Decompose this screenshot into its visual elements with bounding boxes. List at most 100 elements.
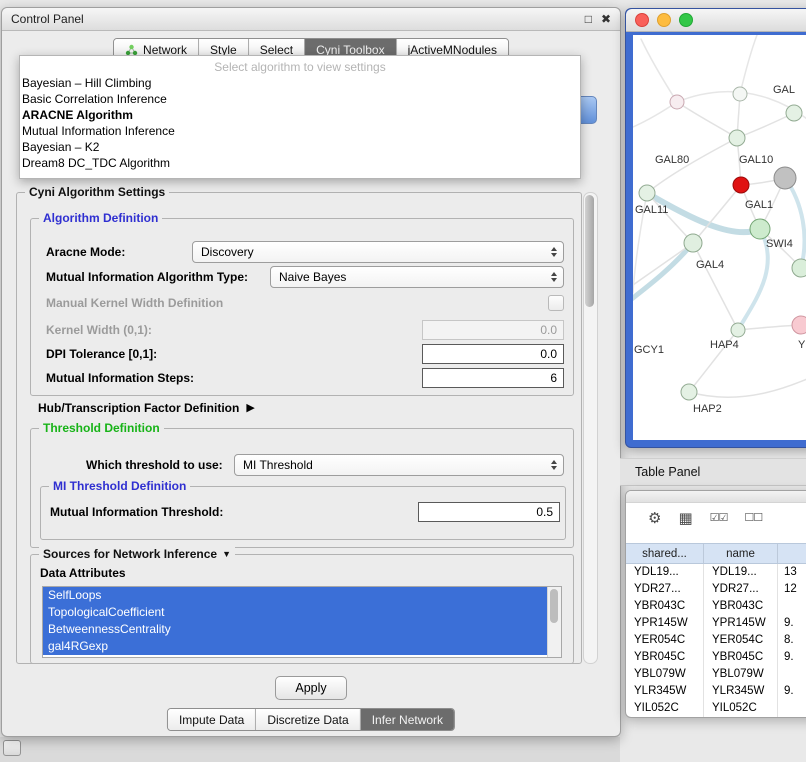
table-row[interactable]: YDL19...YDL19...13 — [626, 564, 806, 581]
tab-discretize-data[interactable]: Discretize Data — [255, 709, 359, 730]
mi-threshold-field[interactable]: 0.5 — [418, 502, 560, 522]
network-node[interactable] — [670, 95, 684, 109]
network-node[interactable] — [774, 167, 796, 189]
tab-impute-data[interactable]: Impute Data — [168, 709, 255, 730]
show-columns-icon[interactable]: ▦ — [678, 511, 692, 526]
float-window-icon[interactable]: □ — [585, 13, 592, 25]
network-node[interactable] — [792, 259, 806, 277]
settings-scrollbar-thumb[interactable] — [585, 195, 594, 307]
combo-arrows-icon — [551, 272, 557, 282]
minimize-traffic-light[interactable] — [657, 13, 671, 27]
combo-arrows-icon — [551, 460, 557, 470]
table-row[interactable]: YDR27...YDR27...12 — [626, 581, 806, 598]
table-cell: 9. — [778, 683, 806, 700]
network-node[interactable] — [681, 384, 697, 400]
table-panel-title: Table Panel — [635, 465, 700, 479]
close-window-icon[interactable]: ✖ — [601, 13, 611, 25]
mi-steps-label: Mutual Information Steps: — [46, 368, 194, 388]
table-cell: YPR145W — [626, 615, 704, 632]
table-row[interactable]: YBR043CYBR043C — [626, 598, 806, 615]
apply-button[interactable]: Apply — [275, 676, 347, 700]
table-row[interactable]: YPR145WYPR145W9. — [626, 615, 806, 632]
zoom-traffic-light[interactable] — [679, 13, 693, 27]
bottom-strip — [0, 737, 620, 762]
select-all-rows-icon[interactable]: ☑☑ — [710, 513, 728, 524]
network-node[interactable] — [731, 323, 745, 337]
deselect-all-rows-icon[interactable]: ☐☐ — [744, 513, 762, 524]
network-node-label: GAL1 — [745, 199, 773, 211]
mi-type-select[interactable]: Naive Bayes — [270, 266, 564, 288]
column-header-shared-name[interactable]: shared... — [626, 544, 704, 563]
sources-toggle[interactable]: Sources for Network Inference ▼ — [39, 547, 235, 561]
tab-infer-network[interactable]: Infer Network — [360, 709, 454, 730]
network-node[interactable] — [733, 177, 749, 193]
network-node[interactable] — [733, 87, 747, 101]
network-node[interactable] — [792, 316, 806, 334]
attribute-item-selected[interactable]: SelfLoops — [43, 587, 547, 604]
attributes-scrollbar[interactable] — [547, 587, 561, 657]
algorithm-option-selected[interactable]: ARACNE Algorithm — [20, 107, 580, 123]
column-header-name[interactable]: name — [704, 544, 778, 563]
collapsed-panel-icon[interactable] — [3, 740, 21, 756]
dpi-tolerance-label: DPI Tolerance [0,1]: — [46, 344, 157, 364]
table-cell: 13 — [778, 564, 806, 581]
network-node[interactable] — [729, 130, 745, 146]
attribute-item-selected[interactable]: BetweennessCentrality — [43, 621, 547, 638]
network-edge — [677, 102, 737, 138]
algorithm-option[interactable]: Basic Correlation Inference — [20, 91, 580, 107]
data-attributes-list: SelfLoops TopologicalCoefficient Between… — [42, 586, 562, 658]
control-panel-window: Control Panel □ ✖ Network Style — [1, 7, 621, 737]
mi-steps-field[interactable]: 6 — [422, 368, 564, 388]
table-row[interactable]: YER054CYER054C8. — [626, 632, 806, 649]
manual-kernel-checkbox[interactable] — [548, 295, 564, 311]
bottom-tab-bar: Impute Data Discretize Data Infer Networ… — [167, 708, 455, 731]
hub-definition-toggle[interactable]: Hub/Transcription Factor Definition ▶ — [38, 400, 255, 416]
table-row[interactable]: YBR045CYBR045C9. — [626, 649, 806, 666]
which-threshold-label: Which threshold to use: — [86, 454, 223, 476]
network-node-label: GAL4 — [696, 259, 724, 271]
table-cell: YLR345W — [704, 683, 778, 700]
table-row[interactable]: YBL079WYBL079W — [626, 666, 806, 683]
network-edge — [737, 113, 794, 138]
algorithm-option[interactable]: Mutual Information Inference — [20, 123, 580, 139]
network-view-window: GAL80GAL10GAL11GAL1SWI4GAL4GCY1HAP4HAP2G… — [625, 8, 806, 448]
network-node[interactable] — [684, 234, 702, 252]
network-node[interactable] — [786, 105, 802, 121]
network-node[interactable] — [750, 219, 770, 239]
algorithm-option[interactable]: Bayesian – Hill Climbing — [20, 75, 580, 91]
aracne-mode-select[interactable]: Discovery — [192, 241, 564, 263]
network-edge — [740, 35, 757, 94]
attributes-scrollbar-thumb[interactable] — [550, 589, 558, 623]
network-node-label: GAL80 — [655, 154, 689, 166]
table-cell: YDR27... — [704, 581, 778, 598]
algorithm-option[interactable]: Bayesian – K2 — [20, 139, 580, 155]
dpi-tolerance-field[interactable]: 0.0 — [422, 344, 564, 364]
table-cell: 9. — [778, 649, 806, 666]
table-row[interactable]: YIL052CYIL052C — [626, 700, 806, 717]
settings-gear-icon[interactable]: ⚙ — [648, 511, 661, 526]
manual-kernel-label: Manual Kernel Width Definition — [46, 294, 223, 312]
table-cell: YDL19... — [704, 564, 778, 581]
network-node[interactable] — [639, 185, 655, 201]
table-window-titlebar — [626, 491, 806, 503]
algorithm-option[interactable]: Dream8 DC_TDC Algorithm — [20, 155, 580, 171]
table-panel-strip: Table Panel — [620, 458, 806, 486]
which-threshold-select[interactable]: MI Threshold — [234, 454, 564, 476]
table-cell: YLR345W — [626, 683, 704, 700]
attribute-item-selected[interactable]: TopologicalCoefficient — [43, 604, 547, 621]
threshold-definition-title: Threshold Definition — [39, 421, 164, 435]
control-panel-title: Control Panel — [11, 12, 84, 26]
kernel-width-field[interactable]: 0.0 — [422, 320, 564, 340]
close-traffic-light[interactable] — [635, 13, 649, 27]
sources-title: Sources for Network Inference — [43, 547, 217, 561]
table-cell: YIL052C — [626, 700, 704, 717]
table-row[interactable]: YLR345WYLR345W9. — [626, 683, 806, 700]
settings-scrollbar[interactable] — [583, 192, 598, 664]
network-canvas[interactable]: GAL80GAL10GAL11GAL1SWI4GAL4GCY1HAP4HAP2G… — [633, 35, 806, 440]
column-header-extra[interactable] — [778, 544, 806, 563]
network-edge — [641, 39, 677, 102]
attribute-item-selected[interactable]: gal4RGexp — [43, 638, 547, 655]
network-node-label: SWI4 — [766, 238, 793, 250]
network-node-label: GAL10 — [739, 154, 773, 166]
network-edge — [633, 102, 677, 127]
